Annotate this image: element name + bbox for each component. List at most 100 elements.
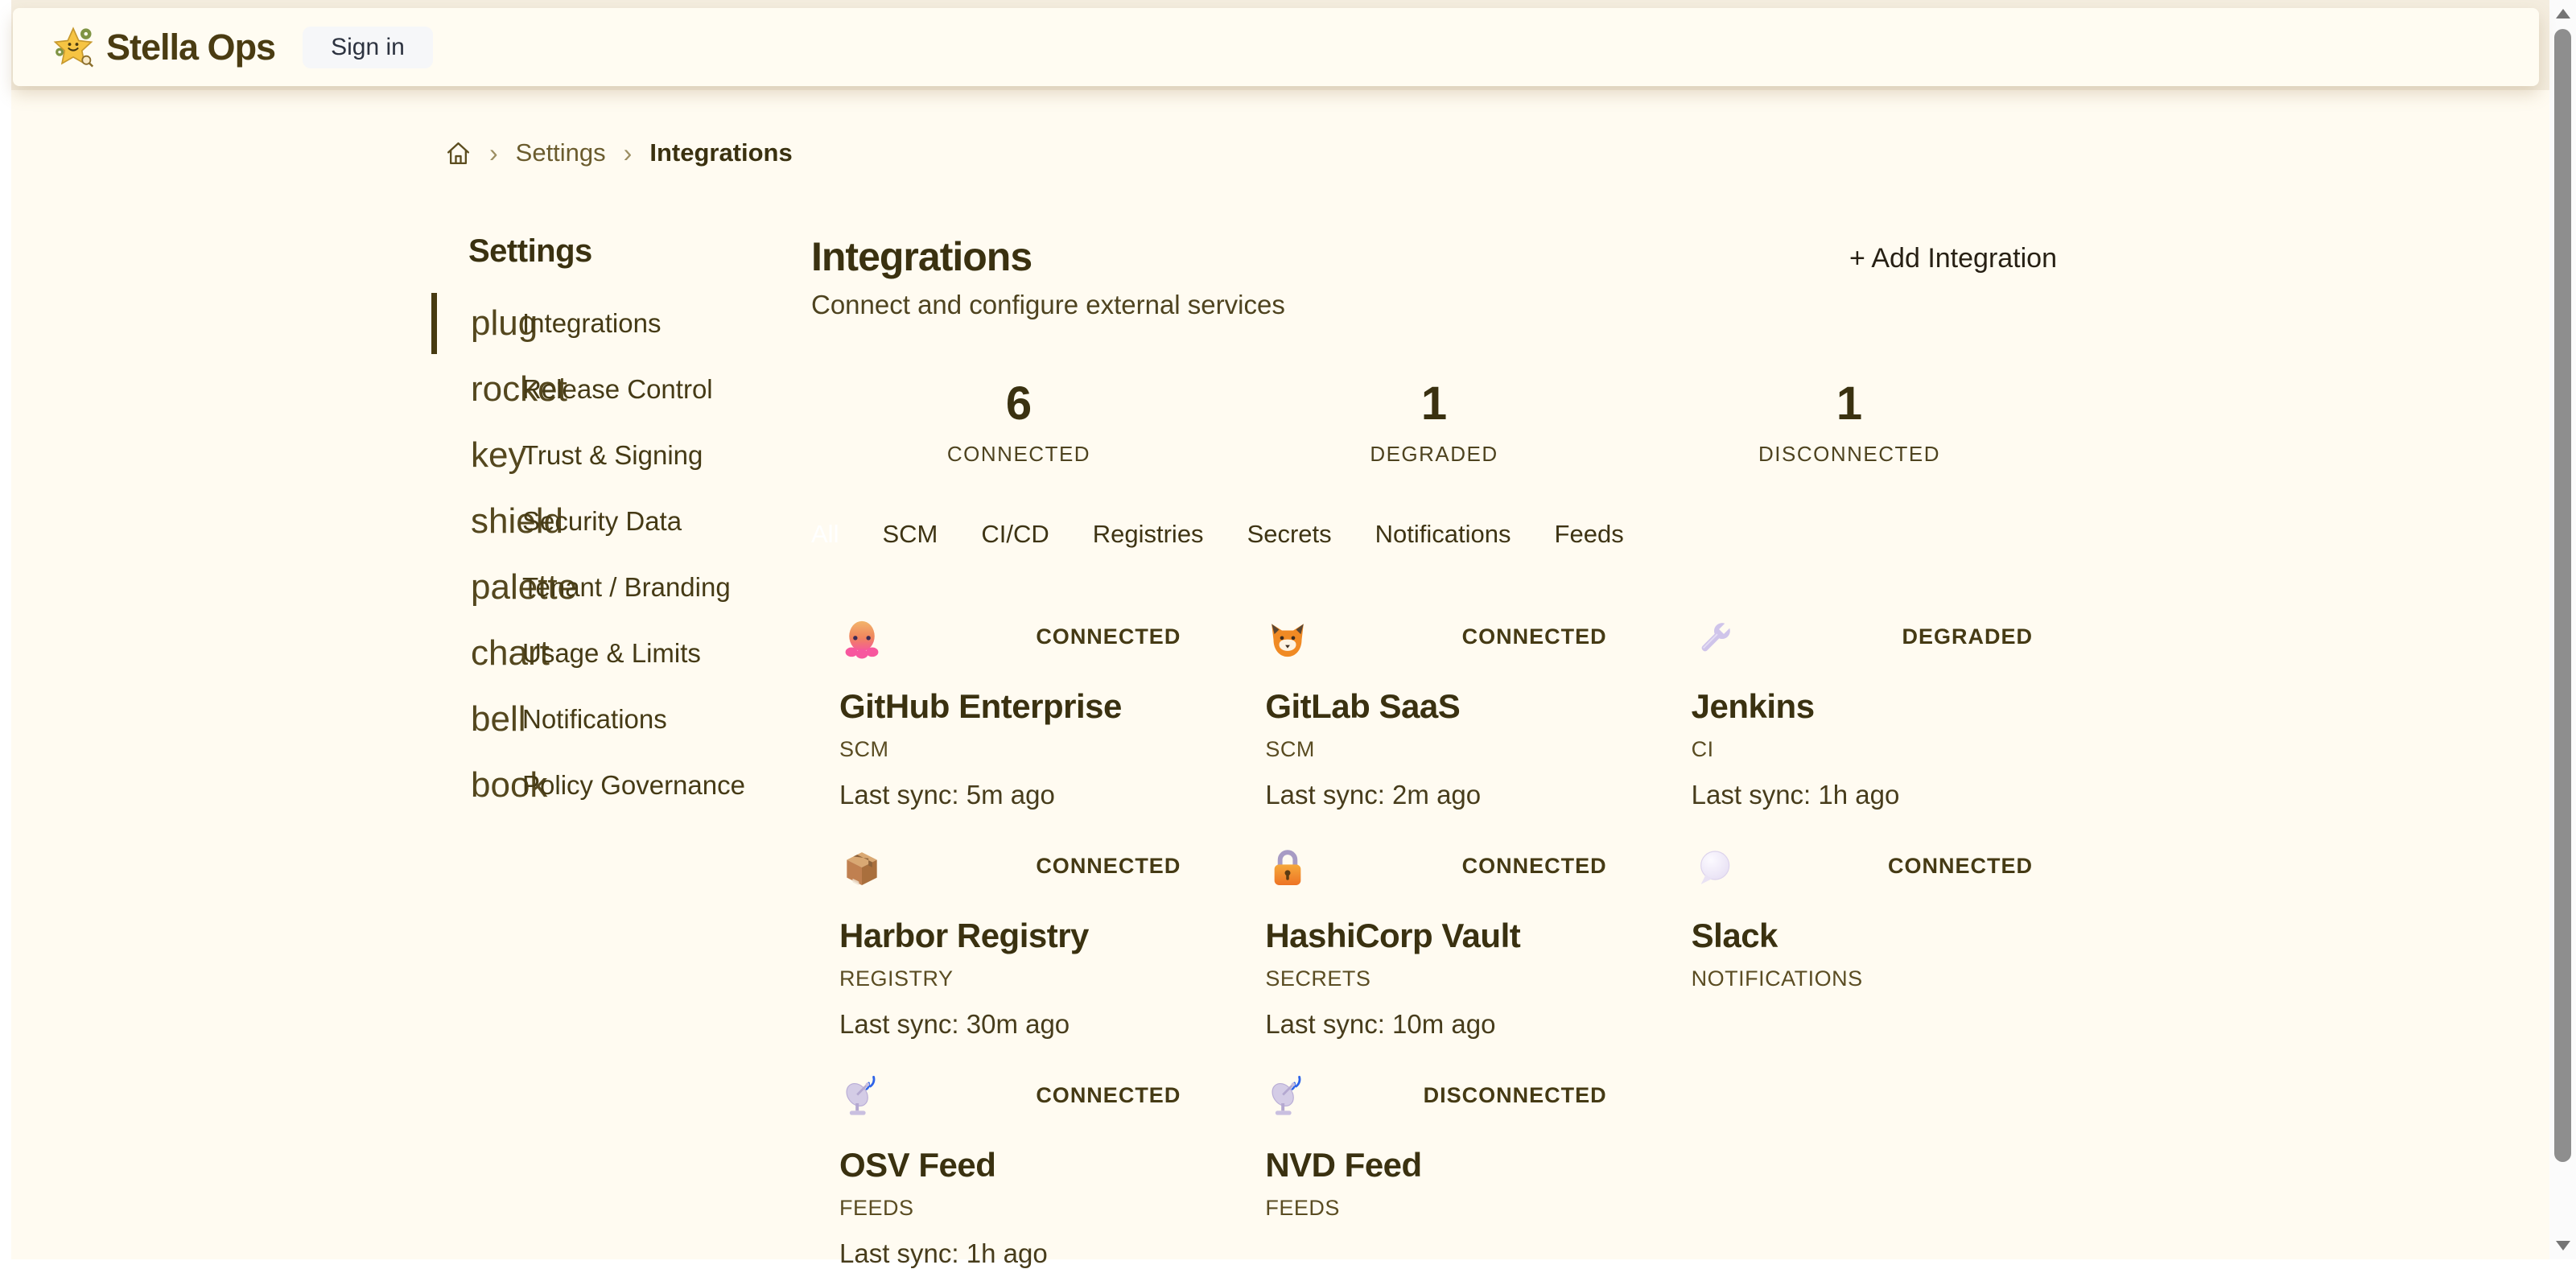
tab-all[interactable]: All [811,520,839,549]
sidebar-item-usage-limits[interactable]: chart Usage & Limits [431,620,811,686]
integration-card-hashicorp-vault[interactable]: CONNECTED HashiCorp Vault SECRETS Last s… [1237,846,1630,1040]
integration-last-sync: Last sync: 1h ago [839,1238,1181,1269]
sidebar-item-integrations[interactable]: plug Integrations [431,290,811,356]
integration-category: SCM [839,737,1181,762]
sidebar-item-release-control[interactable]: rocket Release Control [431,356,811,422]
card-top-row: DEGRADED [1692,616,2033,661]
status-badge: CONNECTED [1036,854,1181,879]
scrollbar-thumb[interactable] [2554,29,2571,1162]
vertical-scrollbar[interactable] [2549,0,2576,1259]
breadcrumb-settings[interactable]: Settings [516,138,606,167]
integrations-main: Integrations Connect and configure exter… [811,233,2057,1269]
integration-category: FEEDS [1265,1196,1606,1221]
sidebar-item-icon-text: key [471,438,522,473]
status-badge: CONNECTED [1462,854,1607,879]
satellite-icon [1265,1075,1310,1120]
top-bar: Stella Ops Sign in [13,8,2539,86]
integration-card-github-enterprise[interactable]: CONNECTED GitHub Enterprise SCM Last syn… [811,616,1205,810]
stat-label: CONNECTED [811,442,1226,467]
card-top-row: CONNECTED [1265,616,1606,661]
stat-value: 6 [811,377,1226,431]
tab-notifications[interactable]: Notifications [1375,520,1511,549]
settings-sidebar: Settings plug Integrations rocket Releas… [431,233,811,1269]
integration-last-sync: Last sync: 10m ago [1265,1009,1606,1040]
integration-card-jenkins[interactable]: DEGRADED Jenkins CI Last sync: 1h ago [1663,616,2057,810]
stella-ops-logo-icon [52,26,95,69]
content-sheet: › Settings › Integrations Settings plug … [11,90,2549,1259]
integration-name: Harbor Registry [839,917,1181,955]
wrench-icon [1692,616,1737,661]
sidebar-item-label: Notifications [522,704,667,735]
integration-cards-grid: CONNECTED GitHub Enterprise SCM Last syn… [811,616,2057,1269]
sidebar-item-label: Security Data [522,506,682,537]
status-badge: CONNECTED [1036,1083,1181,1108]
card-top-row: CONNECTED [839,846,1181,891]
integration-category: SECRETS [1265,966,1606,991]
satellite-icon [839,1075,884,1120]
sign-in-button[interactable]: Sign in [303,27,433,68]
sidebar-item-label: Usage & Limits [522,638,701,669]
fox-icon [1265,616,1310,661]
add-integration-button[interactable]: + Add Integration [1849,243,2057,274]
scrollbar-up-arrow[interactable] [2549,0,2576,27]
card-top-row: CONNECTED [1265,846,1606,891]
page-subtitle: Connect and configure external services [811,290,1285,320]
integration-card-osv-feed[interactable]: CONNECTED OSV Feed FEEDS Last sync: 1h a… [811,1075,1205,1269]
sidebar-item-security-data[interactable]: shield Security Data [431,488,811,554]
integration-name: GitLab SaaS [1265,687,1606,726]
status-badge: DISCONNECTED [1424,1083,1607,1108]
integration-name: Jenkins [1692,687,2033,726]
sidebar-item-label: Tenant / Branding [522,572,731,603]
card-top-row: CONNECTED [839,616,1181,661]
status-summary: 6 CONNECTED 1 DEGRADED 1 DISCONNECTED [811,377,2057,467]
home-icon[interactable] [445,140,472,167]
sidebar-item-label: Integrations [522,308,661,339]
integration-card-gitlab-saas[interactable]: CONNECTED GitLab SaaS SCM Last sync: 2m … [1237,616,1630,810]
stat-label: DEGRADED [1226,442,1642,467]
tab-scm[interactable]: SCM [882,520,938,549]
integration-category: REGISTRY [839,966,1181,991]
lock-icon [1265,846,1310,891]
integration-last-sync: Last sync: 2m ago [1265,780,1606,810]
card-top-row: CONNECTED [839,1075,1181,1120]
stat-value: 1 [1642,377,2057,431]
category-tabs: All SCM CI/CD Registries Secrets Notification… [811,520,2057,549]
sidebar-item-label: Release Control [522,374,713,405]
sidebar-heading: Settings [468,233,811,270]
integration-card-harbor-registry[interactable]: CONNECTED Harbor Registry REGISTRY Last … [811,846,1205,1040]
sidebar-item-icon-text: plug [471,306,522,341]
tab-ci-cd[interactable]: CI/CD [981,520,1049,549]
octopus-icon [839,616,884,661]
stat-value: 1 [1226,377,1642,431]
integration-name: GitHub Enterprise [839,687,1181,726]
sidebar-item-icon-text: rocket [471,372,522,407]
integration-category: CI [1692,737,2033,762]
sidebar-item-notifications[interactable]: bell Notifications [431,686,811,752]
scrollbar-down-arrow[interactable] [2549,1232,2576,1259]
up-triangle-icon [2556,9,2570,19]
sidebar-item-policy-governance[interactable]: book Policy Governance [431,752,811,818]
package-icon [839,846,884,891]
breadcrumb-integrations: Integrations [649,138,792,167]
tab-secrets[interactable]: Secrets [1247,520,1332,549]
app-background: Stella Ops Sign in › Settings › Integrat… [11,0,2549,1259]
settings-layout: Settings plug Integrations rocket Releas… [11,233,2549,1269]
integration-card-slack[interactable]: CONNECTED Slack NOTIFICATIONS [1663,846,2057,1040]
sidebar-item-trust-signing[interactable]: key Trust & Signing [431,422,811,488]
sidebar-item-label: Policy Governance [522,770,745,801]
status-badge: CONNECTED [1888,854,2033,879]
breadcrumb: › Settings › Integrations [11,138,2549,167]
sidebar-item-tenant-branding[interactable]: palette Tenant / Branding [431,554,811,620]
breadcrumb-separator: › [624,138,633,168]
sidebar-item-icon-text: book [471,768,522,803]
stat-label: DISCONNECTED [1642,442,2057,467]
tab-feeds[interactable]: Feeds [1555,520,1624,549]
sidebar-item-icon-text: shield [471,504,522,539]
speech-bubble-icon [1692,846,1737,891]
integration-card-nvd-feed[interactable]: DISCONNECTED NVD Feed FEEDS [1237,1075,1630,1269]
stat-connected: 6 CONNECTED [811,377,1226,467]
integration-category: FEEDS [839,1196,1181,1221]
card-top-row: CONNECTED [1692,846,2033,891]
tab-registries[interactable]: Registries [1093,520,1204,549]
status-badge: CONNECTED [1462,624,1607,649]
